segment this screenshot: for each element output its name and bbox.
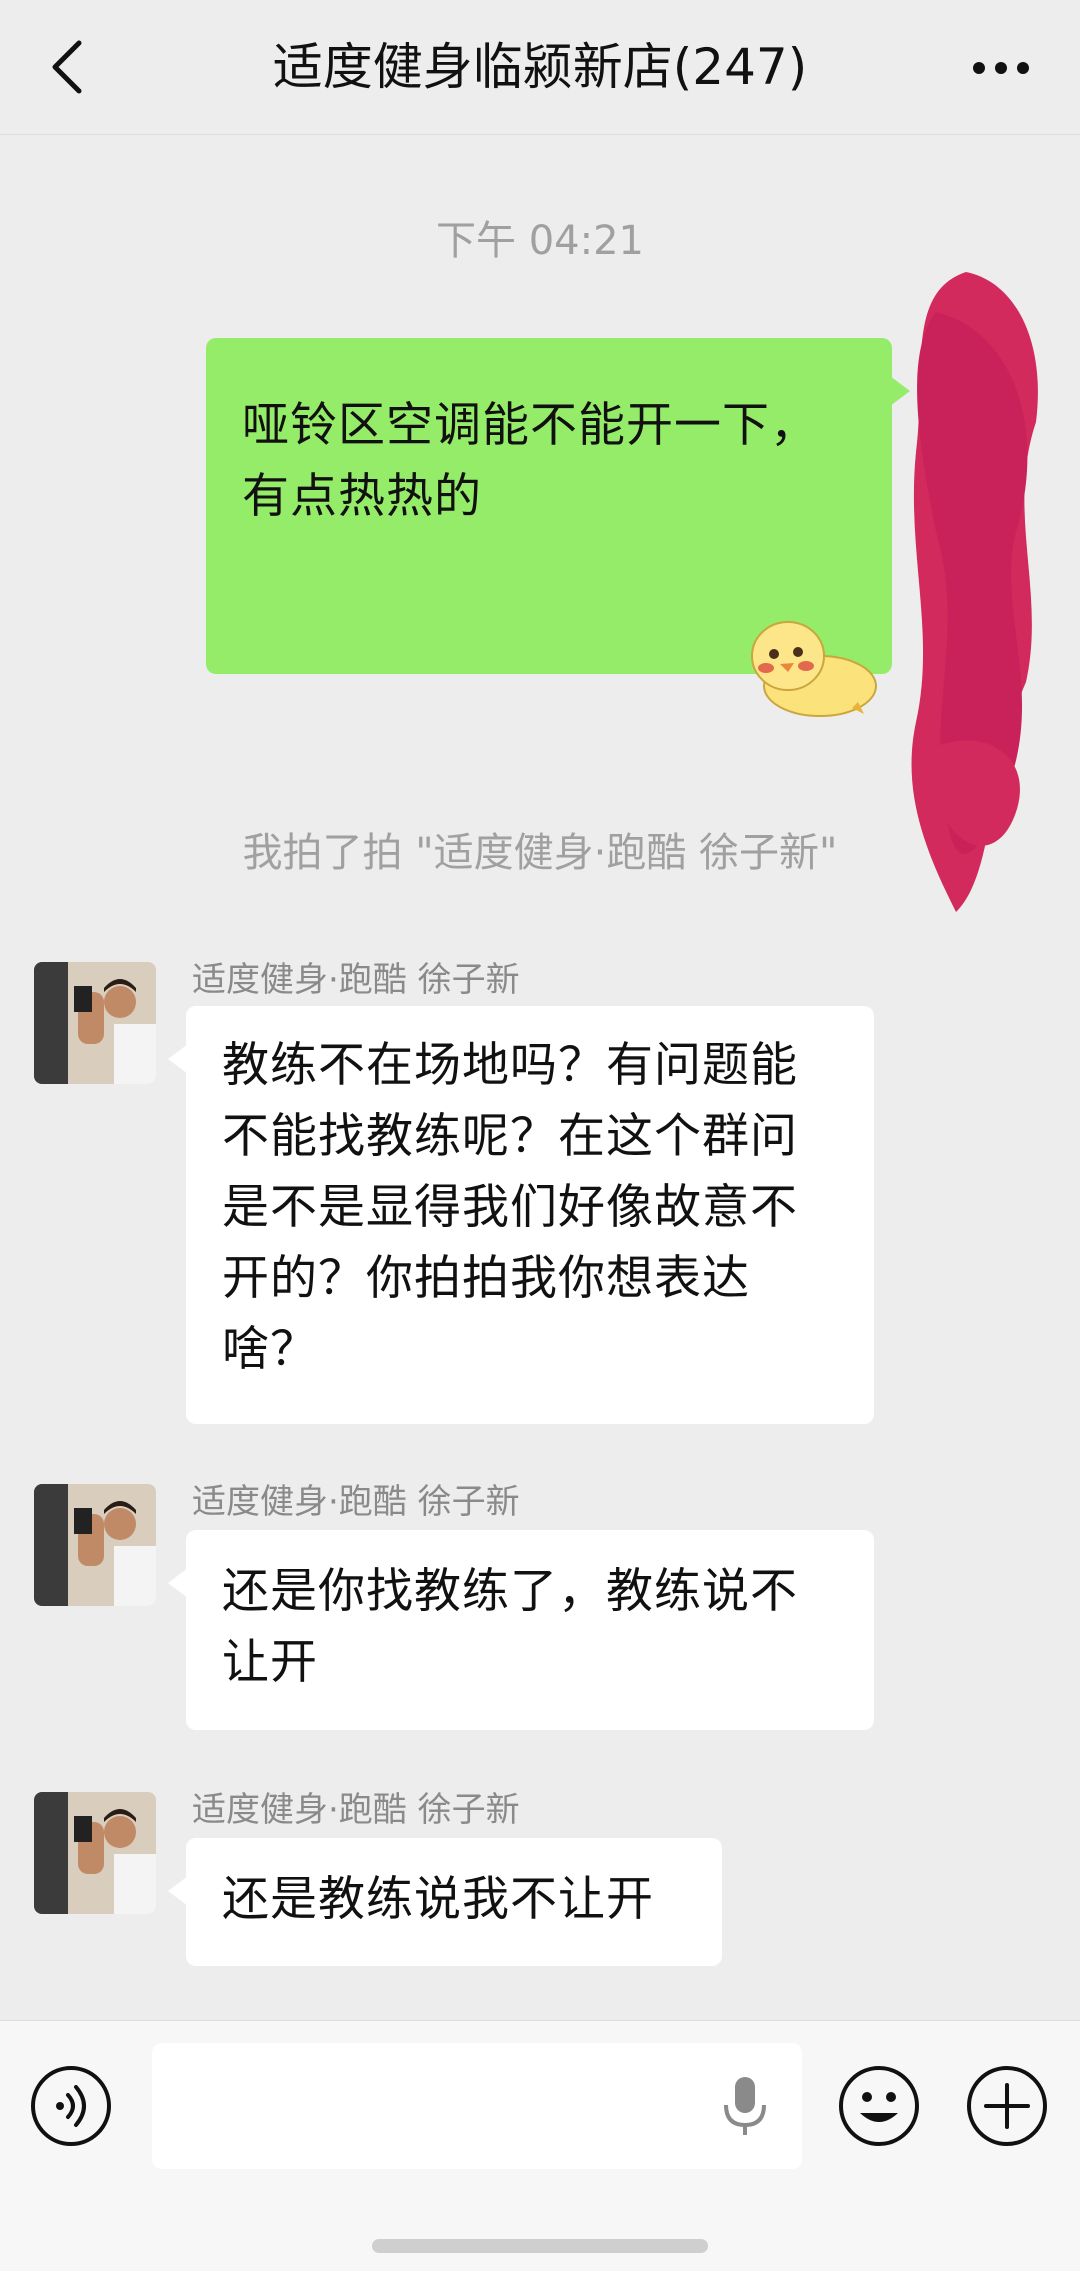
avatar-photo-icon	[34, 1792, 156, 1914]
plus-icon	[967, 2066, 1047, 2146]
avatar-photo-icon	[34, 962, 156, 1084]
pat-notification: 我拍了拍 "适度健身·跑酷 徐子新"	[242, 830, 838, 876]
microphone-icon[interactable]	[720, 2075, 770, 2139]
sender-name: 适度健身·跑酷 徐子新	[192, 1482, 520, 1522]
avatar[interactable]	[34, 1484, 156, 1606]
more-button[interactable]	[970, 40, 1032, 96]
avatar[interactable]	[34, 1792, 156, 1914]
message-input[interactable]	[152, 2043, 802, 2169]
top-bar: 适度健身临颍新店(247)	[0, 0, 1080, 135]
back-button[interactable]	[40, 36, 92, 98]
voice-button[interactable]	[30, 2065, 112, 2147]
incoming-message-bubble[interactable]: 教练不在场地吗？有问题能不能找教练呢？在这个群问是不是显得我们好像故意不开的？你…	[168, 1006, 874, 1424]
input-bar	[0, 2020, 1080, 2271]
sender-name: 适度健身·跑酷 徐子新	[192, 960, 520, 1000]
incoming-message-bubble[interactable]: 还是教练说我不让开	[168, 1838, 722, 1966]
chat-area[interactable]: 下午 04:21 哑铃区空调能不能开一下，有点热热的 我拍了拍 "适度健身·跑酷…	[0, 134, 1080, 2020]
chevron-left-icon	[52, 40, 82, 94]
chat-title: 适度健身临颍新店(247)	[272, 38, 808, 96]
sender-name: 适度健身·跑酷 徐子新	[192, 1790, 520, 1830]
plus-button[interactable]	[966, 2065, 1048, 2147]
more-dots-icon	[973, 62, 1029, 74]
chick-sticker-icon[interactable]	[740, 616, 878, 720]
avatar[interactable]	[34, 962, 156, 1084]
emoji-icon	[839, 2066, 919, 2146]
voice-icon	[31, 2066, 111, 2146]
emoji-button[interactable]	[838, 2065, 920, 2147]
incoming-message-bubble[interactable]: 还是你找教练了，教练说不让开	[168, 1530, 874, 1730]
avatar-photo-icon	[34, 1484, 156, 1606]
home-indicator[interactable]	[372, 2239, 708, 2253]
